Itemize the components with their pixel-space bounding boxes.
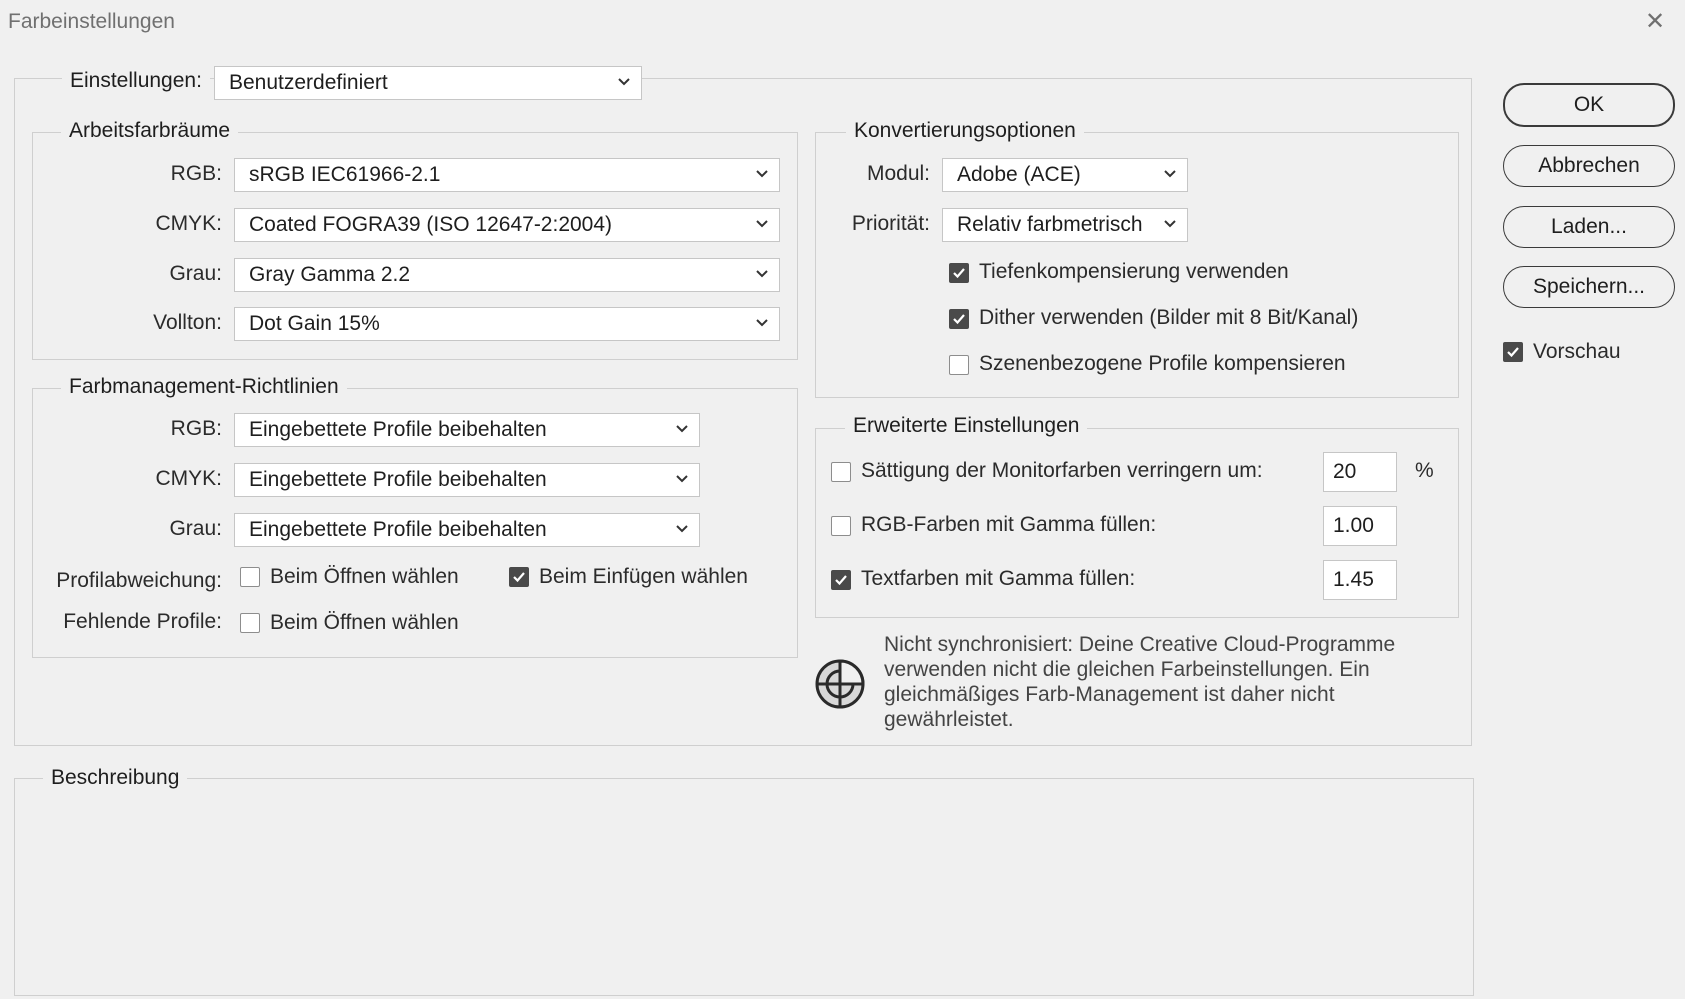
blackpoint-checkbox[interactable]	[949, 263, 969, 283]
checkmark-icon	[513, 572, 525, 583]
missing-open-label: Beim Öffnen wählen	[270, 611, 459, 634]
load-button[interactable]: Laden...	[1503, 206, 1675, 248]
pol-cmyk-value: Eingebettete Profile beibehalten	[249, 468, 547, 491]
title-bar	[0, 0, 1685, 46]
conversion-legend: Konvertierungsoptionen	[846, 118, 1084, 144]
chevron-down-icon	[755, 310, 773, 338]
save-button[interactable]: Speichern...	[1503, 266, 1675, 308]
mismatch-open-checkbox[interactable]	[240, 567, 260, 587]
engine-value: Adobe (ACE)	[957, 163, 1081, 186]
chevron-down-icon	[755, 261, 773, 289]
settings-dropdown[interactable]: Benutzerdefiniert	[214, 66, 642, 100]
pol-gray-value: Eingebettete Profile beibehalten	[249, 518, 547, 541]
close-icon[interactable]: ✕	[1641, 8, 1669, 36]
ws-rgb-value: sRGB IEC61966-2.1	[249, 163, 441, 186]
chevron-down-icon	[617, 69, 635, 97]
ok-button[interactable]: OK	[1503, 83, 1675, 127]
pol-gray-dropdown[interactable]: Eingebettete Profile beibehalten	[234, 513, 700, 547]
ws-cmyk-dropdown[interactable]: Coated FOGRA39 (ISO 12647-2:2004)	[234, 208, 780, 242]
desaturate-label: Sättigung der Monitorfarben verringern u…	[861, 459, 1263, 482]
description-group	[14, 778, 1474, 996]
ws-spot-value: Dot Gain 15%	[249, 312, 380, 335]
ws-gray-value: Gray Gamma 2.2	[249, 263, 411, 286]
sync-message-line-2: verwenden nicht die gleichen Farbeinstel…	[884, 658, 1370, 681]
cancel-button[interactable]: Abbrechen	[1503, 145, 1675, 187]
intent-dropdown[interactable]: Relativ farbmetrisch	[942, 208, 1188, 242]
intent-value: Relativ farbmetrisch	[957, 213, 1143, 236]
chevron-down-icon	[1163, 161, 1181, 189]
mismatch-open-label: Beim Öffnen wählen	[270, 565, 459, 588]
desaturate-checkbox[interactable]	[831, 462, 851, 482]
settings-value: Benutzerdefiniert	[229, 71, 388, 94]
dither-label: Dither verwenden (Bilder mit 8 Bit/Kanal…	[979, 306, 1359, 329]
policies-legend: Farbmanagement-Richtlinien	[61, 374, 347, 400]
ws-gray-label: Grau:	[169, 262, 222, 285]
sync-message-line-1: Nicht synchronisiert: Deine Creative Clo…	[884, 633, 1396, 656]
chevron-down-icon	[755, 211, 773, 239]
engine-label: Modul:	[866, 162, 930, 185]
chevron-down-icon	[755, 161, 773, 189]
checkmark-icon	[953, 314, 965, 325]
desaturate-unit: %	[1415, 459, 1434, 482]
blend-text-input[interactable]: 1.45	[1323, 560, 1397, 600]
ws-spot-label: Vollton:	[153, 311, 222, 334]
desaturate-input[interactable]: 20	[1323, 452, 1397, 492]
blend-rgb-checkbox[interactable]	[831, 516, 851, 536]
checkmark-icon	[953, 268, 965, 279]
blackpoint-label: Tiefenkompensierung verwenden	[979, 260, 1289, 283]
blend-rgb-label: RGB-Farben mit Gamma füllen:	[861, 513, 1157, 536]
description-legend: Beschreibung	[43, 765, 188, 791]
mismatch-paste-checkbox[interactable]	[509, 567, 529, 587]
pol-rgb-dropdown[interactable]: Eingebettete Profile beibehalten	[234, 413, 700, 447]
ws-gray-dropdown[interactable]: Gray Gamma 2.2	[234, 258, 780, 292]
blend-rgb-input[interactable]: 1.00	[1323, 506, 1397, 546]
mismatch-paste-label: Beim Einfügen wählen	[539, 565, 748, 588]
working-spaces-legend: Arbeitsfarbräume	[61, 118, 239, 144]
ws-rgb-dropdown[interactable]: sRGB IEC61966-2.1	[234, 158, 780, 192]
pol-rgb-label: RGB:	[170, 417, 222, 440]
mismatch-label: Profilabweichung:	[56, 569, 222, 592]
sync-status-icon	[813, 655, 869, 711]
chevron-down-icon	[675, 516, 693, 544]
pol-cmyk-label: CMYK:	[155, 467, 222, 490]
pol-cmyk-dropdown[interactable]: Eingebettete Profile beibehalten	[234, 463, 700, 497]
settings-label: Einstellungen:	[62, 68, 210, 94]
checkmark-icon	[1507, 347, 1519, 358]
pol-gray-label: Grau:	[169, 517, 222, 540]
blend-text-checkbox[interactable]	[831, 570, 851, 590]
pol-rgb-value: Eingebettete Profile beibehalten	[249, 418, 547, 441]
window-title: Farbeinstellungen	[8, 10, 175, 33]
ws-rgb-label: RGB:	[170, 162, 222, 185]
preview-checkbox[interactable]	[1503, 342, 1523, 362]
chevron-down-icon	[675, 416, 693, 444]
engine-dropdown[interactable]: Adobe (ACE)	[942, 158, 1188, 192]
missing-label: Fehlende Profile:	[63, 610, 222, 633]
dither-checkbox[interactable]	[949, 309, 969, 329]
ws-cmyk-value: Coated FOGRA39 (ISO 12647-2:2004)	[249, 213, 613, 236]
preview-label: Vorschau	[1533, 340, 1621, 363]
chevron-down-icon	[1163, 211, 1181, 239]
chevron-down-icon	[675, 466, 693, 494]
scene-label: Szenenbezogene Profile kompensieren	[979, 352, 1346, 375]
intent-label: Priorität:	[851, 212, 930, 235]
scene-checkbox[interactable]	[949, 355, 969, 375]
ws-cmyk-label: CMYK:	[155, 212, 222, 235]
missing-open-checkbox[interactable]	[240, 613, 260, 633]
checkmark-icon	[835, 575, 847, 586]
sync-message-line-3: gleichmäßiges Farb-Management ist daher …	[884, 683, 1335, 706]
advanced-legend: Erweiterte Einstellungen	[845, 413, 1088, 439]
blend-text-label: Textfarben mit Gamma füllen:	[861, 567, 1136, 590]
ws-spot-dropdown[interactable]: Dot Gain 15%	[234, 307, 780, 341]
sync-message-line-4: gewährleistet.	[884, 708, 1014, 731]
